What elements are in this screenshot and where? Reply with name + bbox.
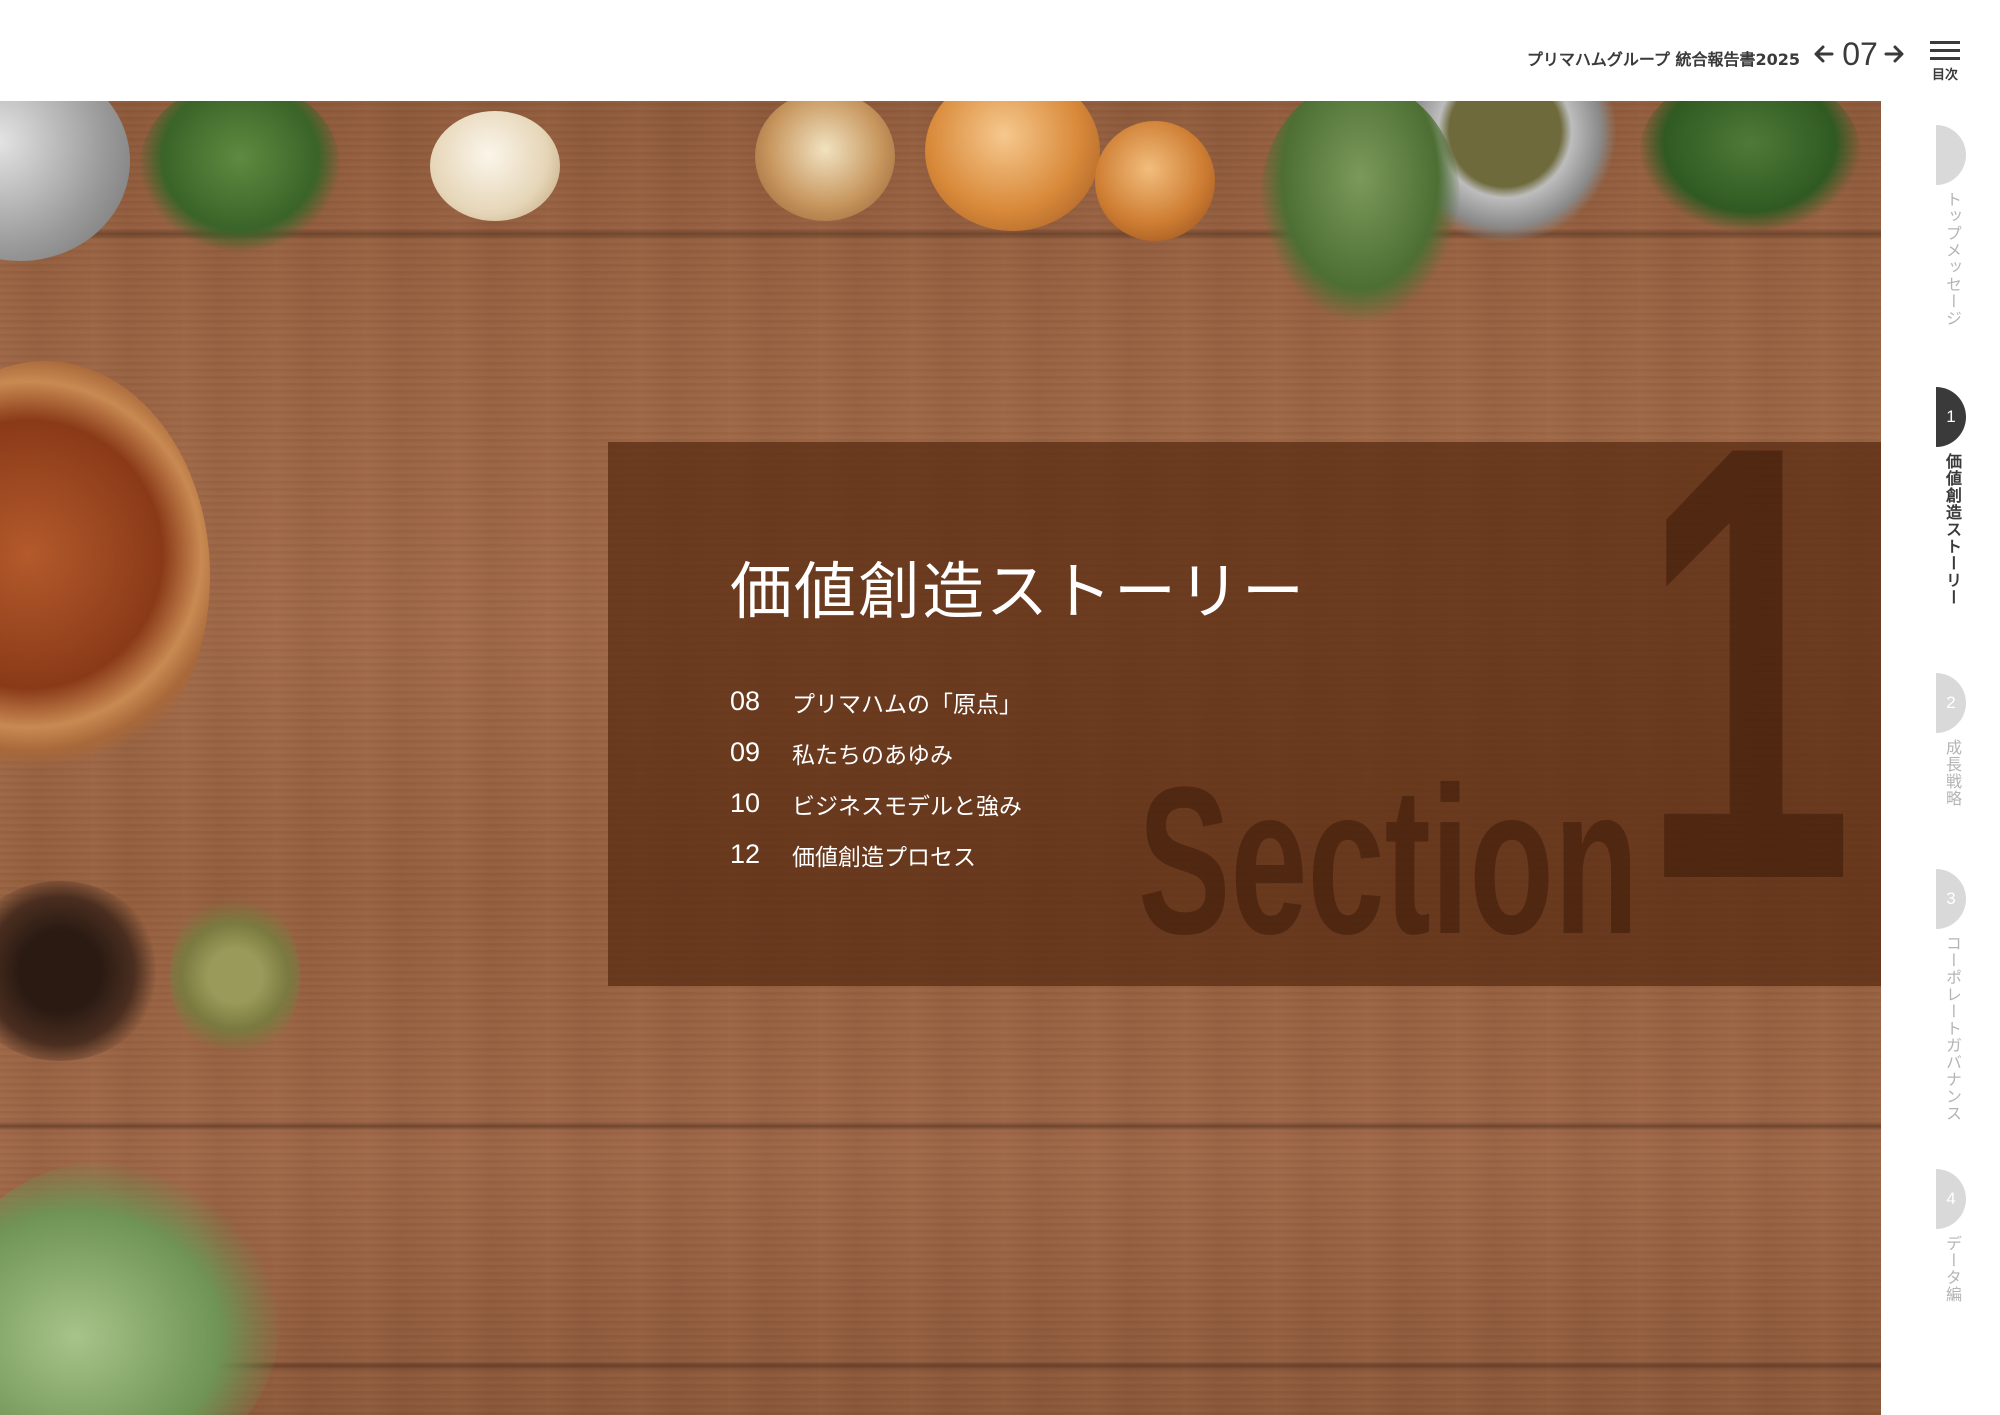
side-nav-item-growth-strategy[interactable]: 2 成長戦略 bbox=[1936, 673, 1996, 807]
green-peppercorn-image bbox=[170, 891, 300, 1061]
side-nav-label: 成長戦略 bbox=[1943, 739, 1962, 807]
side-nav-tab: 2 bbox=[1936, 673, 1966, 733]
menu-label: 目次 bbox=[1931, 68, 1958, 83]
toc-page-number: 09 bbox=[730, 737, 761, 767]
herb-leaves-image bbox=[1260, 101, 1460, 321]
garlic-image bbox=[430, 111, 560, 221]
table-of-contents-button[interactable]: 目次 bbox=[1924, 38, 1964, 84]
toc-label: 価値創造プロセス bbox=[792, 844, 976, 871]
arrow-right-icon bbox=[1884, 45, 1904, 63]
toc-page-number: 10 bbox=[730, 788, 761, 818]
black-pepper-image bbox=[0, 881, 160, 1061]
toc-page-number: 12 bbox=[730, 839, 761, 869]
mushroom-bowl-image bbox=[0, 361, 210, 791]
herb-leaves-image bbox=[1640, 101, 1860, 231]
side-nav-tab: 3 bbox=[1936, 869, 1966, 929]
side-nav-item-top-message[interactable]: トップメッセージ bbox=[1936, 125, 1996, 327]
toc-item[interactable]: 09 私たちのあゆみ bbox=[730, 727, 1022, 778]
toc-page-number: 08 bbox=[730, 686, 761, 716]
side-nav-label: トップメッセージ bbox=[1943, 191, 1962, 327]
report-title: プリマハムグループ 統合報告書2025 bbox=[1526, 50, 1800, 69]
arrow-left-icon bbox=[1814, 45, 1834, 63]
side-nav-tab bbox=[1936, 125, 1966, 185]
toc-label: 私たちのあゆみ bbox=[792, 742, 953, 769]
plank-seam bbox=[0, 1361, 1881, 1371]
toc-item[interactable]: 10 ビジネスモデルと強み bbox=[730, 778, 1022, 829]
plank-seam bbox=[0, 1121, 1881, 1131]
onion-image bbox=[925, 101, 1100, 231]
section-title: 価値創造ストーリー bbox=[730, 555, 1307, 628]
side-nav-tab: 4 bbox=[1936, 1169, 1966, 1229]
header-bar: プリマハムグループ 統合報告書2025 07 目次 bbox=[0, 0, 2000, 101]
section-toc-list: 08 プリマハムの「原点」 09 私たちのあゆみ 10 ビジネスモデルと強み 1… bbox=[730, 676, 1022, 880]
side-nav-item-governance[interactable]: 3 コーポレートガバナンス bbox=[1936, 869, 1996, 1122]
side-nav-item-data[interactable]: 4 データ編 bbox=[1936, 1169, 1996, 1303]
spoon-image bbox=[755, 101, 895, 221]
previous-page-button[interactable] bbox=[1812, 42, 1836, 66]
side-nav-label: コーポレートガバナンス bbox=[1943, 935, 1962, 1122]
toc-label: ビジネスモデルと強み bbox=[792, 793, 1022, 820]
section-number-watermark: 1 bbox=[1640, 317, 1854, 1009]
section-word-watermark: Section bbox=[1138, 743, 1639, 978]
section-cover-image: 1 Section 価値創造ストーリー 08 プリマハムの「原点」 09 私たち… bbox=[0, 101, 1881, 1415]
toc-item[interactable]: 08 プリマハムの「原点」 bbox=[730, 676, 1022, 727]
toc-label: プリマハムの「原点」 bbox=[792, 691, 1022, 718]
toc-item[interactable]: 12 価値創造プロセス bbox=[730, 829, 1022, 880]
onion-image bbox=[1095, 121, 1215, 241]
oregano-sprig-image bbox=[0, 1161, 280, 1415]
side-nav-label: データ編 bbox=[1943, 1235, 1962, 1303]
page-number: 07 bbox=[1842, 36, 1878, 72]
side-nav-label: 価値創造ストーリー bbox=[1943, 453, 1962, 606]
side-nav-tab: 1 bbox=[1936, 387, 1966, 447]
side-nav-item-value-creation[interactable]: 1 価値創造ストーリー bbox=[1936, 387, 1996, 606]
next-page-button[interactable] bbox=[1882, 42, 1906, 66]
section-side-nav: トップメッセージ 1 価値創造ストーリー 2 成長戦略 3 コーポレートガバナン… bbox=[1881, 101, 2000, 1415]
